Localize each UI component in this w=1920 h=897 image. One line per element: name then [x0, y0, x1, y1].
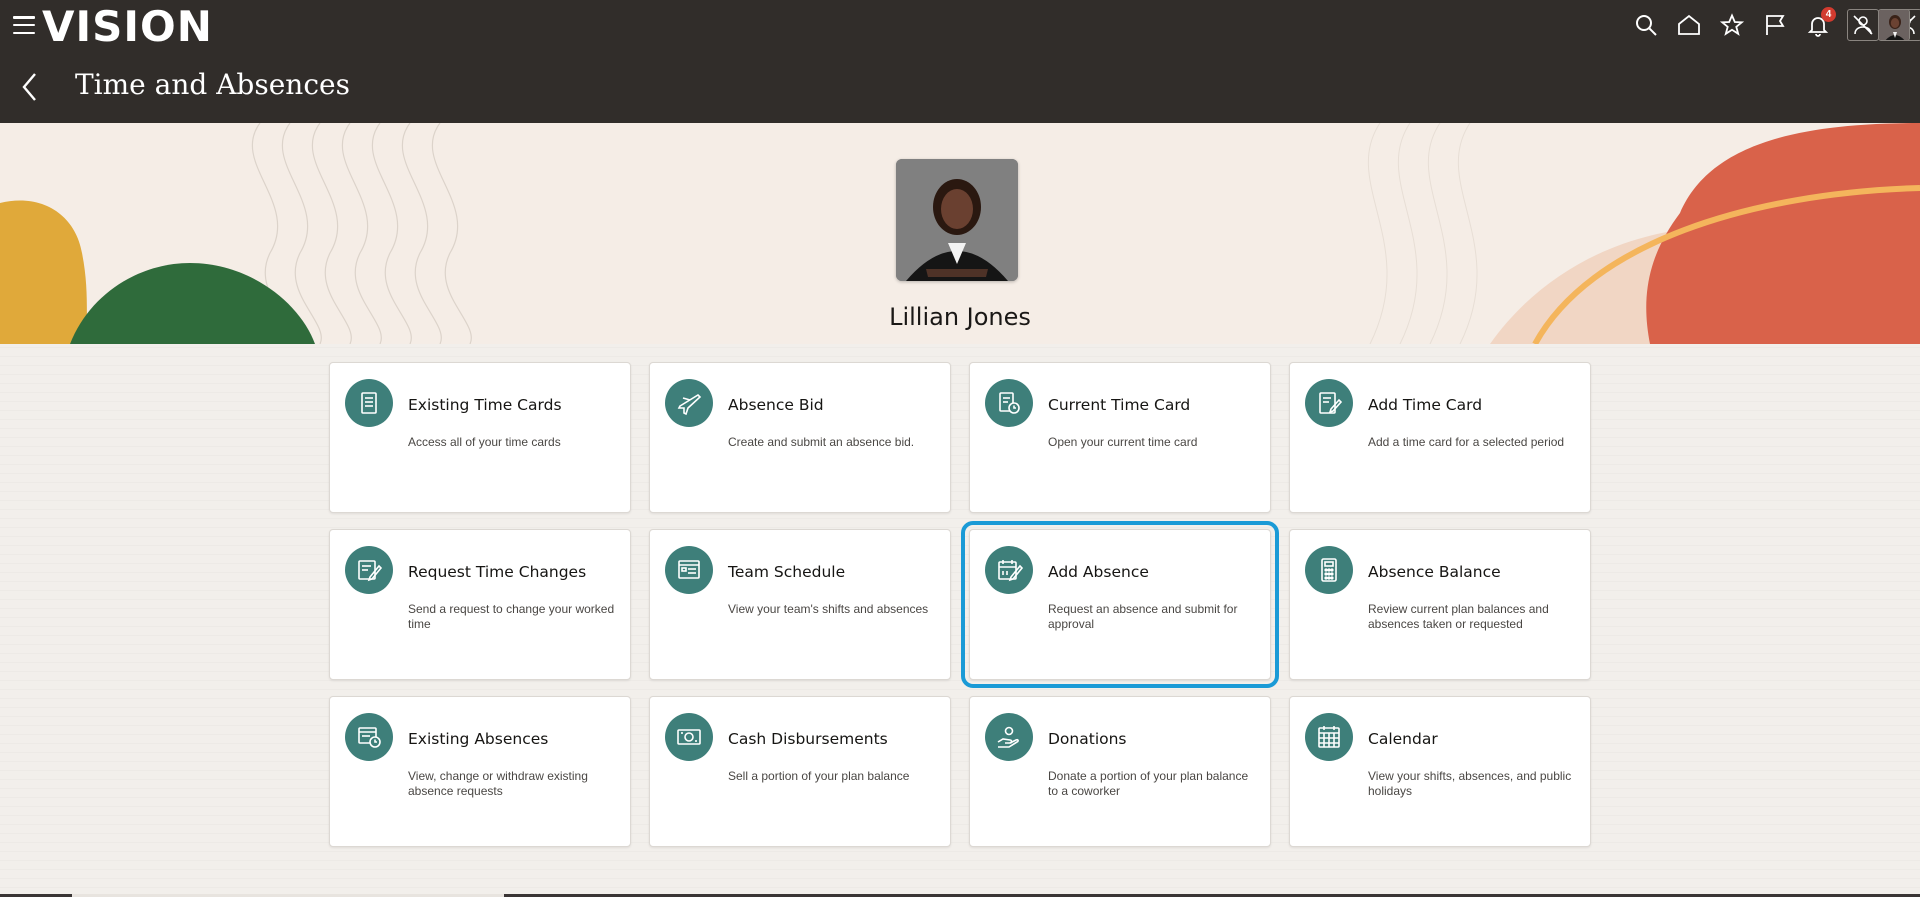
tile-description: View, change or withdraw existing absenc…	[408, 769, 588, 798]
tile-title: Cash Disbursements	[728, 730, 888, 748]
timecard-clock-icon	[985, 379, 1033, 427]
home-icon[interactable]	[1673, 8, 1705, 42]
profile-name: Lillian Jones	[889, 303, 1031, 331]
tile-description: Add a time card for a selected period	[1368, 435, 1565, 449]
calendar-grid-icon	[1305, 713, 1353, 761]
tile-current-time-card[interactable]: Current Time Card Open your current time…	[969, 362, 1271, 513]
tile-description: Open your current time card	[1048, 435, 1198, 449]
tile-description: View your team's shifts and absences	[728, 602, 929, 616]
tile-existing-time-cards[interactable]: Existing Time Cards Access all of your t…	[329, 362, 631, 513]
notification-count-badge: 4	[1821, 7, 1836, 22]
donation-hand-icon	[985, 713, 1033, 761]
tile-description: Create and submit an absence bid.	[728, 435, 915, 449]
calendar-edit-icon	[985, 546, 1033, 594]
tile-title: Team Schedule	[728, 563, 846, 581]
calculator-icon	[1305, 546, 1353, 594]
tile-team-schedule[interactable]: Team Schedule View your team's shifts an…	[649, 529, 951, 680]
favorites-star-icon[interactable]	[1716, 8, 1748, 42]
tile-title: Existing Time Cards	[408, 396, 562, 414]
header-toolbar: 4	[1500, 7, 1920, 42]
tile-add-time-card[interactable]: Add Time Card Add a time card for a sele…	[1289, 362, 1591, 513]
tile-title: Add Time Card	[1368, 396, 1483, 414]
tile-title: Current Time Card	[1048, 396, 1191, 414]
tile-description: Sell a portion of your plan balance	[728, 769, 910, 783]
tile-request-time-changes[interactable]: Request Time Changes Send a request to c…	[329, 529, 631, 680]
page-title: Time and Absences	[75, 68, 350, 101]
notifications-bell-icon[interactable]: 4	[1802, 7, 1836, 42]
schedule-board-icon	[665, 546, 713, 594]
document-list-icon	[345, 379, 393, 427]
tile-title: Add Absence	[1048, 563, 1149, 581]
tile-absence-balance[interactable]: Absence Balance Review current plan bala…	[1289, 529, 1591, 680]
airplane-icon	[665, 379, 713, 427]
tile-calendar[interactable]: Calendar View your shifts, absences, and…	[1289, 696, 1591, 847]
user-avatar[interactable]	[1878, 9, 1910, 41]
brand-logo[interactable]: VISION	[42, 2, 213, 51]
person-action-icon[interactable]	[1847, 9, 1879, 41]
tile-description: Request an absence and submit for approv…	[1048, 602, 1238, 631]
tile-description: View your shifts, absences, and public h…	[1368, 769, 1572, 798]
tile-title: Absence Balance	[1368, 563, 1501, 581]
tiles-area: Existing Time Cards Access all of your t…	[0, 344, 1920, 897]
tile-add-absence[interactable]: Add Absence Request an absence and submi…	[961, 521, 1279, 688]
cash-icon	[665, 713, 713, 761]
tile-description: Access all of your time cards	[408, 435, 561, 449]
tile-description: Review current plan balances and absence…	[1368, 602, 1549, 631]
tile-cash-disbursements[interactable]: Cash Disbursements Sell a portion of you…	[649, 696, 951, 847]
tile-description: Donate a portion of your plan balance to…	[1048, 769, 1249, 798]
tile-description: Send a request to change your worked tim…	[408, 602, 615, 631]
profile-banner: Lillian Jones	[0, 123, 1920, 344]
tile-absence-bid[interactable]: Absence Bid Create and submit an absence…	[649, 362, 951, 513]
tile-title: Absence Bid	[728, 396, 824, 414]
absence-clock-icon	[345, 713, 393, 761]
search-icon[interactable]	[1630, 8, 1662, 42]
flag-icon[interactable]	[1759, 8, 1791, 42]
profile-photo[interactable]	[896, 159, 1018, 281]
back-button[interactable]	[18, 70, 42, 104]
global-header: VISION 4 Time and Absences	[0, 0, 1920, 123]
tile-title: Calendar	[1368, 730, 1438, 748]
tile-existing-absences[interactable]: Existing Absences View, change or withdr…	[329, 696, 631, 847]
tile-title: Existing Absences	[408, 730, 549, 748]
tile-title: Donations	[1048, 730, 1127, 748]
tile-title: Request Time Changes	[408, 563, 587, 581]
tile-donations[interactable]: Donations Donate a portion of your plan …	[969, 696, 1271, 847]
hamburger-menu-icon[interactable]	[13, 16, 35, 34]
document-pencil-icon	[345, 546, 393, 594]
document-edit-icon	[1305, 379, 1353, 427]
